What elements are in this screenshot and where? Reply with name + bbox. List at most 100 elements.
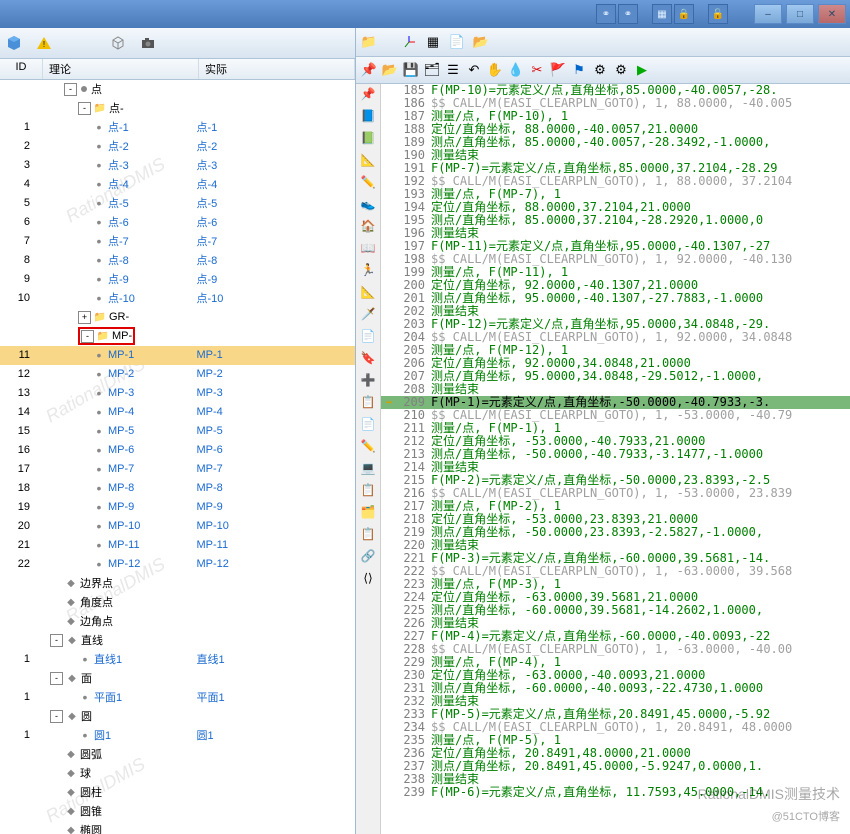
- gear-icon[interactable]: ⚙: [591, 61, 609, 79]
- tree-row[interactable]: 15MP-5MP-5: [0, 422, 355, 441]
- tree-row[interactable]: 22MP-12MP-12: [0, 555, 355, 574]
- tree-item-link[interactable]: MP-8: [108, 482, 134, 494]
- tree-row[interactable]: ◆圆柱: [0, 783, 355, 802]
- actual-link[interactable]: MP-5: [197, 425, 223, 437]
- tree-row[interactable]: -点: [0, 80, 355, 99]
- undo-icon[interactable]: ↶: [465, 61, 483, 79]
- tree-item-link[interactable]: MP-6: [108, 444, 134, 456]
- gutter-icon[interactable]: 📗: [360, 130, 376, 146]
- tree-row[interactable]: ◆边界点: [0, 574, 355, 593]
- gutter-icon[interactable]: 📄: [360, 328, 376, 344]
- actual-link[interactable]: 圆1: [197, 730, 214, 742]
- tree-row[interactable]: 1直线1直线1: [0, 650, 355, 669]
- tree-row[interactable]: 10点-10点-10: [0, 289, 355, 308]
- document-icon[interactable]: 📄: [448, 33, 466, 51]
- tree-item-link[interactable]: MP-4: [108, 406, 134, 418]
- tree-row[interactable]: ◆椭圆: [0, 821, 355, 834]
- tree-row[interactable]: 18MP-8MP-8: [0, 479, 355, 498]
- expand-toggle[interactable]: -: [50, 710, 63, 723]
- tree-item-link[interactable]: 点-8: [108, 252, 129, 268]
- drop-icon[interactable]: 💧: [507, 61, 525, 79]
- tree-item-link[interactable]: 平面1: [94, 689, 122, 705]
- titlebar-icon-lock[interactable]: 🔒: [674, 4, 694, 24]
- tree-row[interactable]: ◆球: [0, 764, 355, 783]
- gutter-icon[interactable]: 👟: [360, 196, 376, 212]
- tree-row[interactable]: -📁MP-: [0, 327, 355, 346]
- gutter-icon[interactable]: 🔖: [360, 350, 376, 366]
- tree-row[interactable]: 20MP-10MP-10: [0, 517, 355, 536]
- actual-link[interactable]: 点-3: [197, 160, 218, 172]
- folder-icon[interactable]: 📁: [360, 33, 378, 51]
- tree-item-link[interactable]: MP-10: [108, 520, 140, 532]
- tree-item-link[interactable]: 点-5: [108, 195, 129, 211]
- tree-item-link[interactable]: 点-6: [108, 214, 129, 230]
- tree-row[interactable]: 1点-1点-1: [0, 118, 355, 137]
- gear2-icon[interactable]: ⚙: [612, 61, 630, 79]
- tree-row[interactable]: -📁点-: [0, 99, 355, 118]
- titlebar-icon-link[interactable]: ⚭: [596, 4, 616, 24]
- tree-row[interactable]: 4点-4点-4: [0, 175, 355, 194]
- tree-row[interactable]: 13MP-3MP-3: [0, 384, 355, 403]
- flag2-icon[interactable]: ⚑: [570, 61, 588, 79]
- tree-row[interactable]: 7点-7点-7: [0, 232, 355, 251]
- tree-row[interactable]: 1圆1圆1: [0, 726, 355, 745]
- actual-link[interactable]: MP-4: [197, 406, 223, 418]
- expand-toggle[interactable]: -: [50, 634, 63, 647]
- tree-item-link[interactable]: MP-1: [108, 349, 134, 361]
- actual-link[interactable]: MP-8: [197, 482, 223, 494]
- tree-row[interactable]: 17MP-7MP-7: [0, 460, 355, 479]
- header-actual[interactable]: 实际: [199, 59, 355, 79]
- actual-link[interactable]: MP-12: [197, 558, 229, 570]
- tree-item-link[interactable]: 直线1: [94, 651, 122, 667]
- titlebar-icon-lock2[interactable]: 🔓: [708, 4, 728, 24]
- cube-wire-icon[interactable]: [110, 35, 126, 51]
- tree-item-link[interactable]: MP-12: [108, 558, 140, 570]
- tree-row[interactable]: 9点-9点-9: [0, 270, 355, 289]
- tree-item-link[interactable]: MP-7: [108, 463, 134, 475]
- cube-blue-icon[interactable]: [6, 35, 22, 51]
- camera-icon[interactable]: [140, 35, 156, 51]
- tree-row[interactable]: 5点-5点-5: [0, 194, 355, 213]
- gutter-icon[interactable]: ⟨⟩: [360, 570, 376, 586]
- tree-row[interactable]: 2点-2点-2: [0, 137, 355, 156]
- code-editor[interactable]: 185F(MP-10)=元素定义/点,直角坐标,85.0000,-40.0057…: [381, 84, 850, 834]
- tree-row[interactable]: ◆角度点: [0, 593, 355, 612]
- flag-icon[interactable]: 🚩: [549, 61, 567, 79]
- tree-row[interactable]: -◆面: [0, 669, 355, 688]
- gutter-icon[interactable]: 📖: [360, 240, 376, 256]
- tree-row[interactable]: ◆圆锥: [0, 802, 355, 821]
- tree-view[interactable]: RationalDMIS RationalDMIS RationalDMIS R…: [0, 80, 355, 834]
- tree-item-link[interactable]: 点-10: [108, 290, 135, 306]
- expand-toggle[interactable]: -: [50, 672, 63, 685]
- gutter-icon[interactable]: 🗂️: [360, 504, 376, 520]
- gutter-icon[interactable]: 📐: [360, 152, 376, 168]
- gutter-icon[interactable]: 🔗: [360, 548, 376, 564]
- gutter-icon[interactable]: ✏️: [360, 438, 376, 454]
- actual-link[interactable]: 点-4: [197, 179, 218, 191]
- gutter-icon[interactable]: 💻: [360, 460, 376, 476]
- tree-icon[interactable]: 🗂: [423, 61, 441, 79]
- tree-row[interactable]: -◆直线: [0, 631, 355, 650]
- tree-row[interactable]: 14MP-4MP-4: [0, 403, 355, 422]
- gutter-icon[interactable]: 🏃: [360, 262, 376, 278]
- save-icon[interactable]: 💾: [402, 61, 420, 79]
- gutter-icon[interactable]: ✏️: [360, 174, 376, 190]
- tree-item-link[interactable]: MP-5: [108, 425, 134, 437]
- actual-link[interactable]: 点-6: [197, 217, 218, 229]
- tree-item-link[interactable]: MP-11: [108, 539, 140, 551]
- tree-item-link[interactable]: 点-7: [108, 233, 129, 249]
- gutter-icon[interactable]: ➕: [360, 372, 376, 388]
- actual-link[interactable]: 点-5: [197, 198, 218, 210]
- maximize-button[interactable]: □: [786, 4, 814, 24]
- actual-link[interactable]: 点-10: [197, 293, 224, 305]
- tree-item-link[interactable]: 点-1: [108, 119, 129, 135]
- expand-toggle[interactable]: -: [64, 83, 77, 96]
- actual-link[interactable]: 点-7: [197, 236, 218, 248]
- grid-icon[interactable]: ▦: [424, 33, 442, 51]
- cut-icon[interactable]: ✂: [528, 61, 546, 79]
- tree-row[interactable]: 21MP-11MP-11: [0, 536, 355, 555]
- tree-row[interactable]: 11MP-1MP-1: [0, 346, 355, 365]
- actual-link[interactable]: 直线1: [197, 654, 225, 666]
- header-theory[interactable]: 理论: [43, 59, 199, 79]
- actual-link[interactable]: MP-3: [197, 387, 223, 399]
